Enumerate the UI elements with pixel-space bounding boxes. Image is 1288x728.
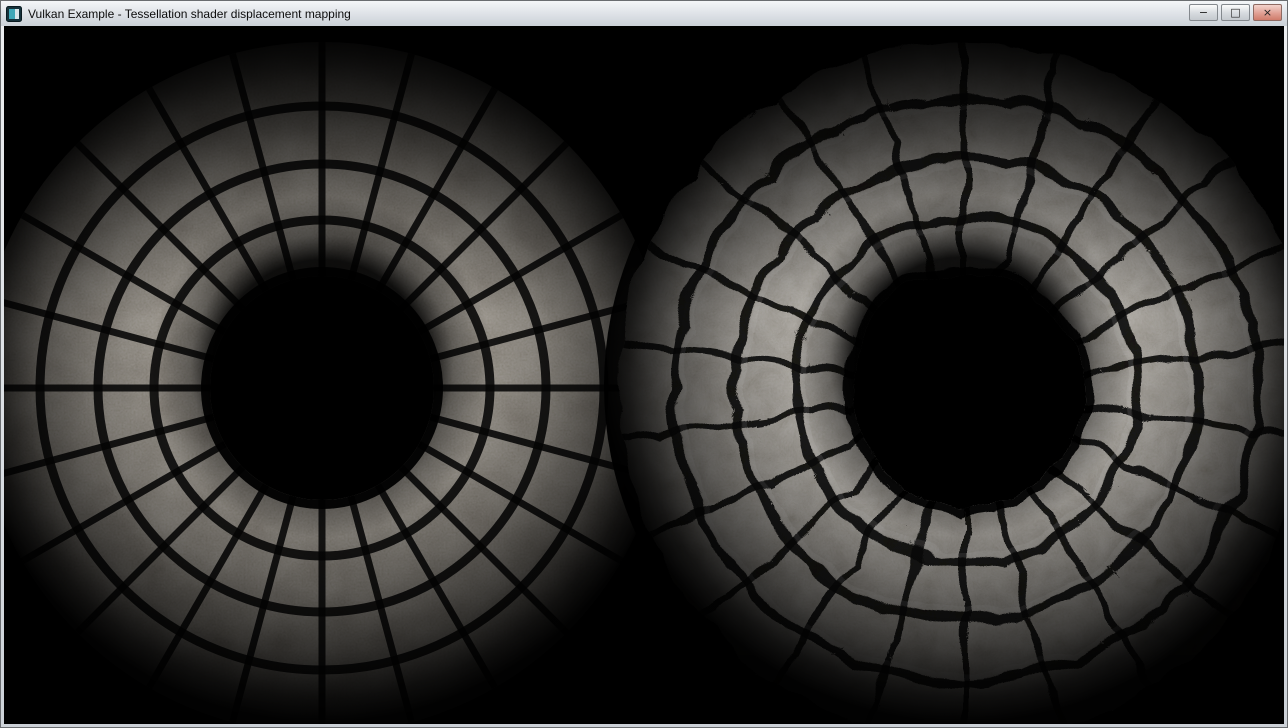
window-controls: − □ ×: [1189, 1, 1282, 21]
vulkan-app-icon: [6, 6, 22, 22]
close-button[interactable]: ×: [1253, 4, 1282, 21]
titlebar[interactable]: Vulkan Example - Tessellation shader dis…: [1, 1, 1287, 26]
maximize-icon: □: [1230, 6, 1240, 19]
minimize-icon: −: [1199, 6, 1208, 19]
render-viewport[interactable]: [4, 26, 1284, 724]
window-title: Vulkan Example - Tessellation shader dis…: [28, 7, 351, 21]
app-window: Vulkan Example - Tessellation shader dis…: [0, 0, 1288, 728]
minimize-button[interactable]: −: [1189, 4, 1218, 21]
close-icon: ×: [1263, 6, 1272, 19]
maximize-button[interactable]: □: [1221, 4, 1250, 21]
scene-svg: [4, 26, 1284, 724]
